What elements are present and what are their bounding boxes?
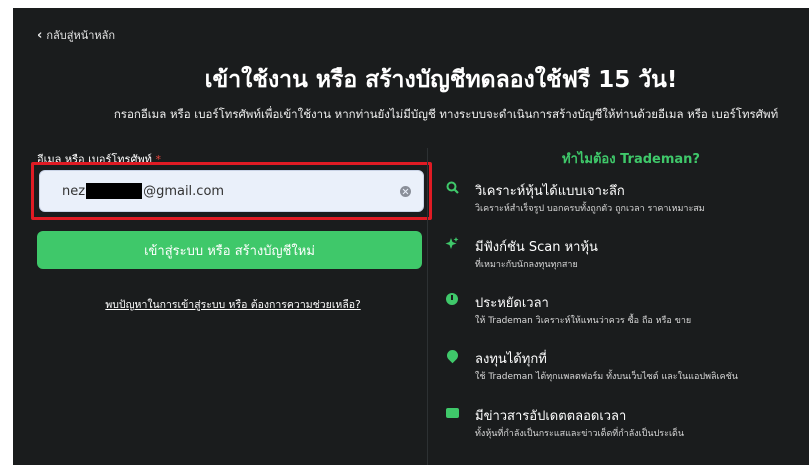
feature-desc: ทั้งหุ้นที่กำลังเป็นกระแสและข่าวเด็ดที่ก… bbox=[475, 429, 685, 439]
chevron-left-icon: ‹ bbox=[37, 27, 43, 43]
feature-title: ประหยัดเวลา bbox=[475, 296, 549, 311]
login-or-signup-button[interactable]: เข้าสู่ระบบ หรือ สร้างบัญชีใหม่ bbox=[37, 231, 422, 269]
email-phone-input[interactable]: nez @gmail.com bbox=[39, 170, 424, 212]
feature-desc: วิเคราะห์สำเร็จรูป บอกครบทั้งถูกตัว ถูกเ… bbox=[475, 204, 705, 214]
location-pin-icon bbox=[444, 347, 460, 364]
feature-desc: ใช้ Trademan ได้ทุกแพลตฟอร์ม ทั้งบนเว็บไ… bbox=[475, 372, 738, 382]
sparkle-icon bbox=[445, 237, 459, 251]
input-value-suffix: @gmail.com bbox=[143, 183, 225, 199]
newspaper-icon bbox=[445, 406, 459, 420]
feature-title: วิเคราะห์หุ้นได้แบบเจาะลึก bbox=[475, 184, 625, 199]
feature-desc: ที่เหมาะกับนักลงทุนทุกสาย bbox=[475, 260, 578, 270]
search-icon bbox=[445, 181, 459, 195]
column-divider bbox=[427, 148, 428, 465]
redaction-block bbox=[86, 183, 143, 199]
clock-icon bbox=[445, 293, 459, 307]
feature-title: ลงทุนได้ทุกที่ bbox=[475, 352, 547, 367]
back-link-label: กลับสู่หน้าหลัก bbox=[46, 29, 116, 42]
input-value: nez @gmail.com bbox=[62, 183, 224, 199]
help-link[interactable]: พบปัญหาในการเข้าสู่ระบบ หรือ ต้องการความ… bbox=[13, 296, 453, 313]
back-to-home-link[interactable]: ‹ กลับสู่หน้าหลัก bbox=[37, 26, 115, 44]
login-panel: ‹ กลับสู่หน้าหลัก เข้าใช้งาน หรือ สร้างบ… bbox=[13, 8, 809, 465]
feature-title: มีฟังก์ชัน Scan หาหุ้น bbox=[475, 240, 598, 255]
feature-title: มีข่าวสารอัปเดตตลอดเวลา bbox=[475, 409, 627, 424]
feature-desc: ให้ Trademan วิเคราะห์ให้แทนว่าควร ซื้อ … bbox=[475, 316, 692, 326]
input-value-prefix: nez bbox=[62, 183, 86, 199]
page-title: เข้าใช้งาน หรือ สร้างบัญชีทดลองใช้ฟรี 15… bbox=[204, 67, 678, 93]
clear-input-icon[interactable] bbox=[400, 186, 411, 197]
why-trademan-title: ทำไมต้อง Trademan? bbox=[562, 152, 700, 167]
page-subtitle: กรอกอีเมล หรือ เบอร์โทรศัพท์เพื่อเข้าใช้… bbox=[113, 107, 779, 121]
